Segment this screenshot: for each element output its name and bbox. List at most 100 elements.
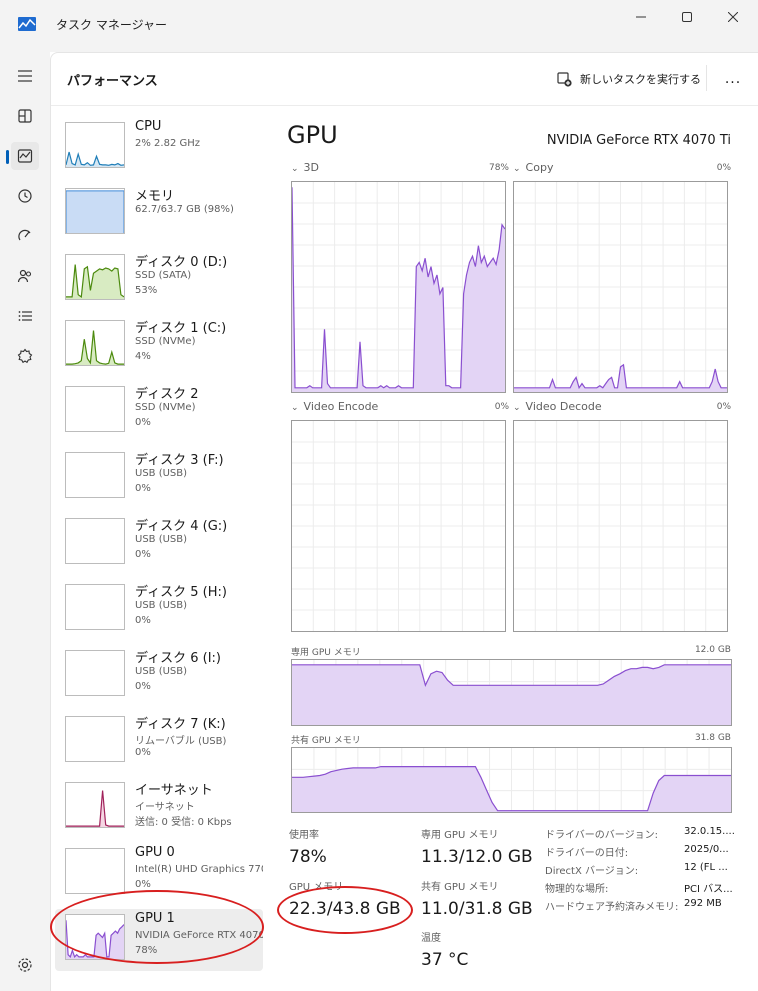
detail-value: PCI バス... (684, 884, 733, 895)
nav-details[interactable] (11, 302, 39, 330)
dedicated-memory-label: 専用 GPU メモリ (421, 830, 499, 841)
nav-services[interactable] (11, 342, 39, 370)
resource-usage: 0% (135, 879, 151, 890)
detail-label: 物理的な場所: (545, 884, 609, 895)
resource-item[interactable]: CPU 2% 2.82 GHz (55, 117, 263, 179)
services-icon (17, 348, 33, 364)
window-title: タスク マネージャー (56, 18, 167, 32)
memory-usage-fill (66, 190, 124, 233)
resource-name: ディスク 1 (C:) (135, 321, 227, 336)
resource-item[interactable]: ディスク 5 (H:) USB (USB) 0% (55, 579, 263, 641)
shared-memory-value: 11.0/31.8 GB (421, 899, 533, 919)
resource-detail: イーサネット (135, 802, 195, 813)
resource-item[interactable]: ディスク 2 SSD (NVMe) 0% (55, 381, 263, 443)
resource-detail: 2% 2.82 GHz (135, 138, 201, 149)
utilization-label: 使用率 (289, 830, 319, 841)
resource-item[interactable]: ディスク 4 (G:) USB (USB) 0% (55, 513, 263, 575)
resource-detail: USB (USB) (135, 468, 188, 479)
resource-item[interactable]: ディスク 0 (D:) SSD (SATA) 53% (55, 249, 263, 311)
nav-app-history[interactable] (11, 182, 39, 210)
gpu-memory-label: GPU メモリ (289, 882, 344, 893)
gpu-model-name: NVIDIA GeForce RTX 4070 Ti (546, 133, 731, 148)
hamburger-icon (18, 70, 32, 82)
nav-settings[interactable] (11, 951, 39, 979)
engine-percent: 0% (716, 402, 731, 412)
resource-item[interactable]: ディスク 7 (K:) リムーバブル (USB) 0% (55, 711, 263, 773)
shared-memory-graph-max: 31.8 GB (694, 733, 731, 743)
maximize-button[interactable] (666, 6, 708, 28)
nav-startup[interactable] (11, 222, 39, 250)
resource-usage: 0% (135, 681, 151, 692)
minimize-button[interactable] (620, 6, 662, 28)
resource-thumbnail-graph (65, 122, 125, 168)
engine-name: Video Decode (525, 400, 602, 413)
gpu-title: GPU (287, 121, 338, 149)
navigation-rail (0, 52, 50, 991)
resource-detail: リムーバブル (USB) (135, 736, 227, 747)
resource-detail: SSD (NVMe) (135, 336, 196, 347)
resource-usage: 送信: 0 受信: 0 Kbps (135, 817, 232, 828)
engine-label[interactable]: ⌄ 3D (291, 161, 319, 174)
resource-usage: 0% (135, 417, 151, 428)
close-button[interactable] (712, 6, 754, 28)
detail-label: ハードウェア予約済みメモリ: (545, 902, 679, 913)
resource-item[interactable]: ディスク 6 (I:) USB (USB) 0% (55, 645, 263, 707)
resource-thumbnail-graph (65, 650, 125, 696)
resource-item[interactable]: ディスク 3 (F:) USB (USB) 0% (55, 447, 263, 509)
engine-name: Video Encode (303, 400, 379, 413)
resource-detail: USB (USB) (135, 534, 188, 545)
engine-percent: 0% (494, 402, 509, 412)
chevron-down-icon: ⌄ (291, 403, 299, 413)
resource-detail: USB (USB) (135, 600, 188, 611)
details-icon (18, 311, 32, 321)
temperature-label: 温度 (421, 933, 441, 944)
resource-thumbnail-graph (65, 584, 125, 630)
more-options-button[interactable]: ... (721, 67, 745, 91)
page-title: パフォーマンス (67, 74, 158, 89)
header-separator (706, 65, 707, 91)
dedicated-memory-graph (291, 659, 732, 726)
nav-processes[interactable] (11, 102, 39, 130)
detail-label: DirectX バージョン: (545, 866, 639, 877)
run-new-task-button[interactable]: 新しいタスクを実行する (557, 67, 701, 91)
engine-label[interactable]: ⌄ Copy (513, 161, 553, 174)
processes-icon (18, 109, 32, 123)
resource-item[interactable]: イーサネット イーサネット 送信: 0 受信: 0 Kbps (55, 777, 263, 839)
resource-thumbnail-graph (65, 386, 125, 432)
resource-thumbnail-graph (65, 914, 125, 960)
shared-memory-graph (291, 747, 732, 813)
minimize-icon (636, 16, 646, 18)
resource-name: CPU (135, 119, 162, 134)
resource-item[interactable]: メモリ 62.7/63.7 GB (98%) (55, 183, 263, 245)
resource-item[interactable]: ディスク 1 (C:) SSD (NVMe) 4% (55, 315, 263, 377)
performance-page: パフォーマンス 新しいタスクを実行する ... CPU 2% 2.82 GHz メモ… (50, 52, 758, 991)
resource-item[interactable]: GPU 1 NVIDIA GeForce RTX 4070 Ti 78% (55, 909, 263, 971)
dedicated-memory-graph-max: 12.0 GB (694, 645, 731, 655)
resource-name: GPU 0 (135, 845, 175, 860)
engine-graph (513, 420, 728, 632)
resource-thumbnail-graph (65, 782, 125, 828)
engine-label[interactable]: ⌄ Video Encode (291, 400, 378, 413)
engine-graph (513, 181, 728, 393)
resource-item[interactable]: GPU 0 Intel(R) UHD Graphics 770 0% (55, 843, 263, 905)
engine-label[interactable]: ⌄ Video Decode (513, 400, 602, 413)
dedicated-memory-graph-label: 専用 GPU メモリ (291, 648, 361, 658)
resource-detail: Intel(R) UHD Graphics 770 (135, 864, 263, 875)
resource-thumbnail-graph (65, 848, 125, 894)
resource-name: ディスク 2 (135, 387, 199, 402)
hamburger-menu-button[interactable] (11, 62, 39, 90)
nav-users[interactable] (11, 262, 39, 290)
nav-performance[interactable] (6, 142, 39, 170)
dedicated-memory-value: 11.3/12.0 GB (421, 847, 533, 867)
resource-thumbnail-graph (65, 188, 125, 234)
title-bar: タスク マネージャー (0, 0, 758, 52)
series-line (66, 790, 124, 827)
close-icon (728, 12, 738, 22)
resource-thumbnail-graph (65, 716, 125, 762)
detail-label: ドライバーの日付: (545, 848, 629, 859)
chevron-down-icon: ⌄ (513, 403, 521, 413)
header-divider (51, 105, 758, 106)
detail-value: 2025/0... (684, 844, 729, 855)
maximize-icon (682, 12, 692, 22)
resource-usage: 0% (135, 615, 151, 626)
